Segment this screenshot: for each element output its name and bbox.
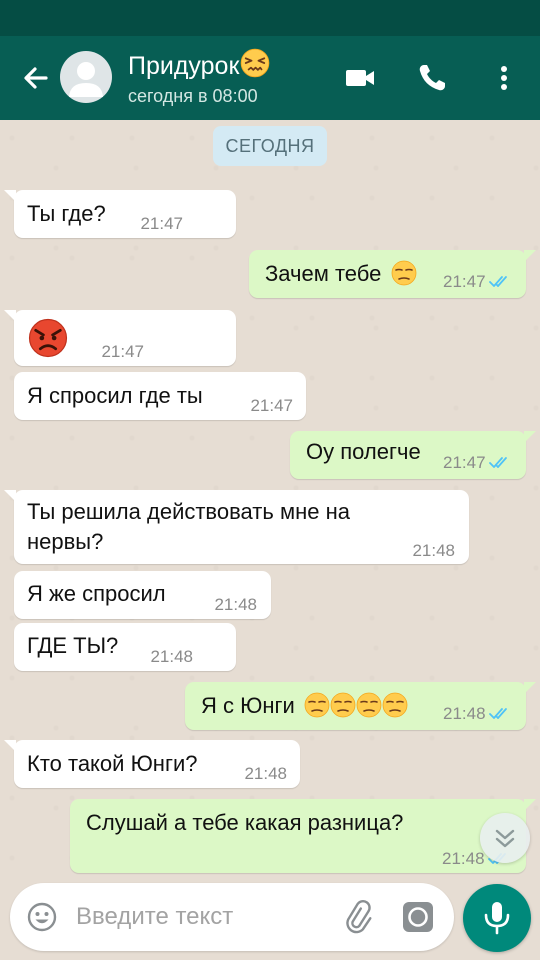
video-call-icon[interactable] (342, 60, 378, 96)
message-text: Кто такой Юнги? (27, 751, 198, 776)
unamused-emoji-icon (391, 260, 417, 286)
message-text: Зачем тебе (265, 261, 382, 286)
outgoing-message[interactable]: Зачем тебе 21:47 (249, 250, 536, 298)
mic-icon (484, 902, 510, 935)
unamused-emoji-icon (356, 692, 382, 718)
message-text: Оу полегче (306, 439, 421, 464)
message-text-line-2: нервы? (27, 529, 104, 554)
message-time: 21:48 (442, 849, 485, 868)
message-time: 21:47 (443, 453, 486, 472)
message-text: Ты где? (27, 201, 106, 226)
message-text: Я спросил где ты (27, 383, 203, 408)
message-text: Слушай а тебе какая разница? (86, 810, 404, 835)
message-text: Я же спросил (27, 581, 166, 606)
message-time: 21:48 (443, 704, 486, 723)
read-ticks-icon (489, 707, 513, 721)
incoming-message[interactable]: 21:47 (4, 310, 236, 366)
incoming-message[interactable]: ГДЕ ТЫ? 21:48 (14, 623, 236, 671)
chat-header: Придурок сегодня в 08:00 (0, 36, 540, 120)
message-time: 21:47 (250, 396, 293, 415)
unamused-emoji-icon (382, 692, 408, 718)
incoming-message[interactable]: Ты решила действовать мне на нервы? 21:48 (4, 490, 469, 564)
message-text: Я с Юнги (201, 693, 295, 718)
message-composer (10, 883, 454, 951)
message-time: 21:48 (412, 541, 455, 560)
message-time: 21:47 (443, 272, 486, 291)
incoming-message[interactable]: Кто такой Юнги? 21:48 (4, 740, 300, 788)
contact-name-text: Придурок (128, 52, 240, 80)
message-input[interactable] (76, 897, 326, 937)
message-time: 21:47 (140, 214, 183, 233)
message-text: Ты решила действовать мне на нервы? (27, 497, 350, 557)
unamused-emoji-icon (304, 692, 330, 718)
message-time: 21:48 (244, 764, 287, 783)
message-text: ГДЕ ТЫ? (27, 633, 119, 658)
status-bar (0, 0, 540, 36)
angry-emoji-icon (28, 318, 68, 358)
incoming-message[interactable]: Я спросил где ты 21:47 (14, 372, 306, 420)
more-vert-icon[interactable] (486, 60, 522, 96)
incoming-message[interactable]: Ты где? 21:47 (4, 190, 236, 238)
contact-name[interactable]: Придурок (128, 48, 270, 81)
message-text-line-1: Ты решила действовать мне на (27, 499, 350, 524)
read-ticks-icon (489, 275, 513, 289)
message-time: 21:48 (150, 647, 193, 666)
scroll-to-bottom-button[interactable] (480, 813, 530, 863)
incoming-message[interactable]: Я же спросил 21:48 (14, 571, 271, 619)
camera-icon[interactable] (400, 899, 436, 935)
message-time: 21:48 (214, 595, 257, 614)
chat-area[interactable]: СЕГОДНЯ Ты где? 21:47 Зачем тебе 21:47 2… (0, 120, 540, 880)
emoji-icon[interactable] (26, 901, 58, 933)
outgoing-message[interactable]: Слушай а тебе какая разница? 21:48 (70, 799, 536, 873)
outgoing-message[interactable]: Я с Юнги 21:48 (185, 682, 536, 730)
message-time: 21:47 (101, 342, 144, 361)
outgoing-message[interactable]: Оу полегче 21:47 (290, 431, 536, 479)
back-arrow-icon[interactable] (18, 60, 54, 96)
confounded-emoji-icon (240, 48, 270, 78)
read-ticks-icon (489, 456, 513, 470)
attach-icon[interactable] (340, 899, 376, 935)
date-chip: СЕГОДНЯ (213, 126, 327, 166)
phone-icon[interactable] (414, 60, 450, 96)
last-seen-status: сегодня в 08:00 (128, 86, 258, 106)
unamused-emoji-icon (330, 692, 356, 718)
mic-button[interactable] (463, 884, 531, 952)
avatar[interactable] (60, 51, 112, 103)
double-chevron-down-icon (495, 829, 515, 848)
